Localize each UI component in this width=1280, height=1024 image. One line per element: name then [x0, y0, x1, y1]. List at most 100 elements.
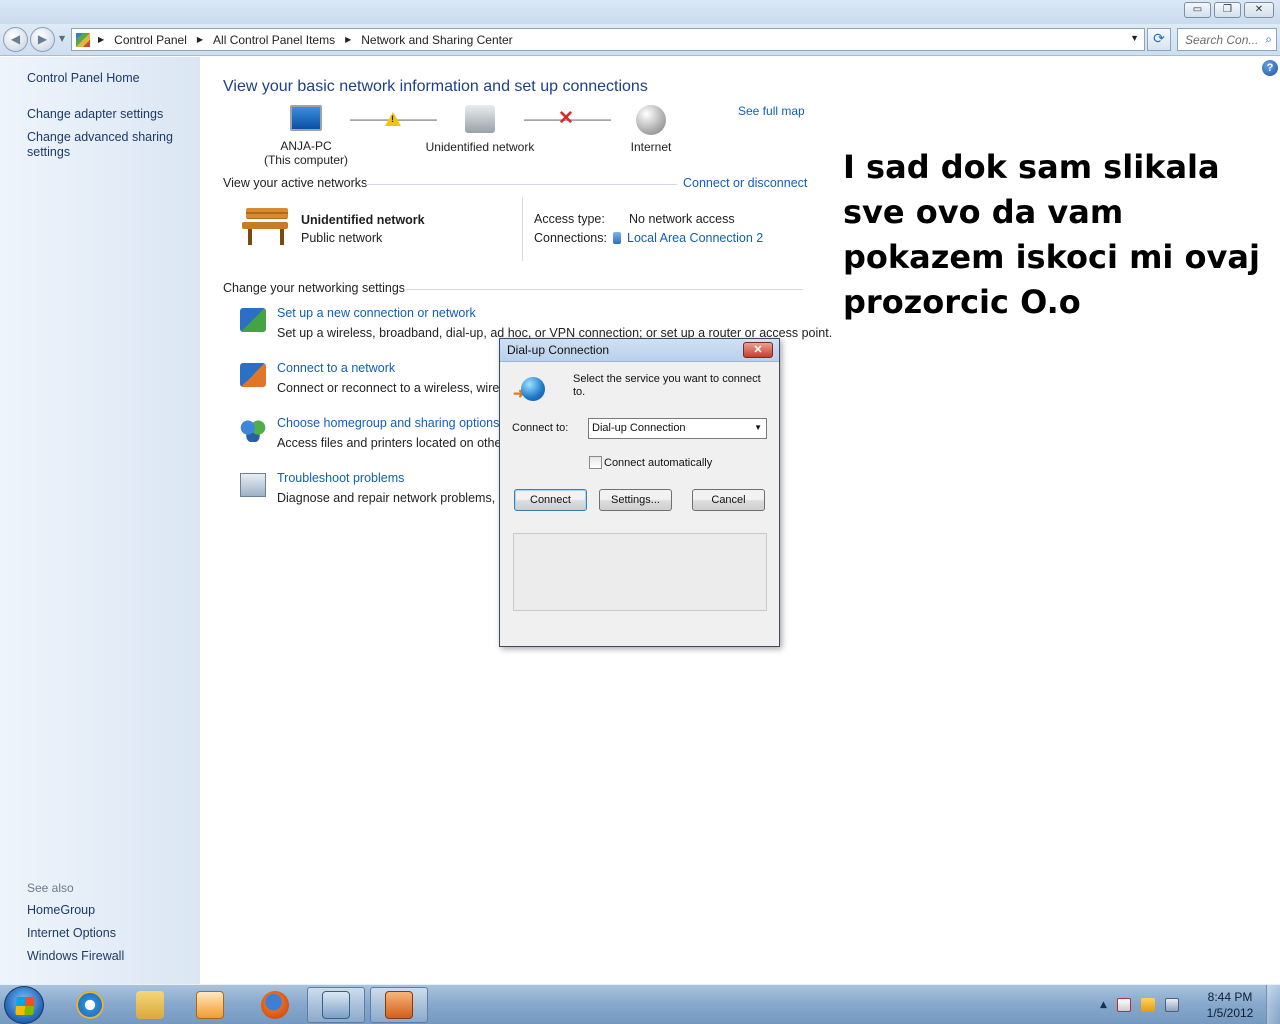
section-divider: [366, 184, 677, 185]
dialog-title-bar: Dial-up Connection ✕: [500, 339, 779, 362]
address-bar[interactable]: ▶ Control Panel ▶ All Control Panel Item…: [71, 28, 1145, 51]
section-divider: [404, 289, 803, 290]
breadcrumb-control-panel[interactable]: Control Panel: [114, 33, 187, 47]
connect-to-network-link[interactable]: Connect to a network: [277, 361, 395, 375]
local-area-connection-link[interactable]: Local Area Connection 2: [613, 231, 763, 245]
map-node-internet: Internet: [615, 105, 687, 154]
system-clock[interactable]: 8:44 PM 1/5/2012: [1200, 989, 1260, 1021]
homegroup-sharing-link[interactable]: Choose homegroup and sharing options: [277, 416, 499, 430]
refresh-button[interactable]: ⟳: [1147, 28, 1171, 51]
see-full-map-link[interactable]: See full map: [738, 104, 805, 118]
windows-logo-icon: [15, 997, 35, 1015]
taskbar-firefox[interactable]: [246, 987, 304, 1023]
vertical-divider: [522, 197, 523, 261]
back-arrow-icon: ◀: [10, 32, 21, 46]
show-hidden-icons-icon[interactable]: ▲: [1100, 1000, 1107, 1010]
change-adapter-settings-link[interactable]: Change adapter settings: [27, 107, 163, 121]
search-placeholder: Search Con...: [1185, 33, 1259, 47]
firefox-icon: [261, 991, 289, 1019]
map-node-network: Unidentified network: [418, 105, 542, 154]
tray-app-icon[interactable]: [1140, 998, 1155, 1012]
homegroup-icon: [240, 418, 266, 442]
address-dropdown-icon[interactable]: ▼: [1130, 33, 1139, 43]
taskbar-media-player[interactable]: [181, 987, 239, 1023]
window-title-bar: ▭ ❐ ✕: [0, 0, 1280, 24]
address-toolbar: ◀ ▶ ▼ ▶ Control Panel ▶ All Control Pane…: [0, 24, 1280, 56]
clock-time: 8:44 PM: [1207, 990, 1253, 1004]
window-controls: ▭ ❐ ✕: [1184, 2, 1274, 18]
chevron-right-icon[interactable]: ▶: [98, 35, 104, 44]
close-button[interactable]: ✕: [1244, 2, 1274, 18]
system-tray: ▲: [1100, 985, 1179, 1024]
warning-icon: !: [385, 112, 401, 126]
control-panel-home-link[interactable]: Control Panel Home: [27, 71, 140, 85]
help-icon[interactable]: ?: [1262, 60, 1278, 76]
computer-icon: [290, 105, 322, 131]
control-panel-icon: [76, 32, 90, 47]
internet-explorer-icon: [76, 991, 104, 1019]
cancel-button[interactable]: Cancel: [692, 489, 765, 511]
connections-label: Connections:: [534, 231, 607, 245]
forward-button[interactable]: ▶: [30, 27, 55, 52]
advanced-sharing-line1: Change advanced sharing: [27, 130, 173, 144]
map-node-computer: ANJA-PC (This computer): [250, 105, 362, 167]
minimize-button[interactable]: ▭: [1184, 2, 1211, 18]
internet-globe-icon: [636, 105, 666, 135]
taskbar-internet-explorer[interactable]: [61, 987, 119, 1023]
change-advanced-sharing-link[interactable]: Change advanced sharing settings: [27, 130, 173, 160]
taskbar-control-panel[interactable]: [307, 987, 365, 1023]
chevron-right-icon[interactable]: ▶: [197, 35, 203, 44]
breadcrumb-network-center[interactable]: Network and Sharing Center: [361, 33, 512, 47]
access-type-value: No network access: [629, 212, 735, 226]
homegroup-link[interactable]: HomeGroup: [27, 903, 95, 917]
dialog-prompt: Select the service you want to connect t…: [573, 373, 761, 398]
new-connection-icon: [240, 308, 266, 332]
show-desktop-button[interactable]: [1266, 985, 1280, 1024]
search-icon[interactable]: ⌕: [1265, 32, 1272, 47]
connect-or-disconnect-link[interactable]: Connect or disconnect: [683, 176, 807, 190]
breadcrumb-all-items[interactable]: All Control Panel Items: [213, 33, 335, 47]
setup-connection-link[interactable]: Set up a new connection or network: [277, 306, 476, 320]
page-title: View your basic network information and …: [223, 78, 648, 95]
troubleshoot-link[interactable]: Troubleshoot problems: [277, 471, 404, 485]
folder-icon: [136, 991, 164, 1019]
maximize-button[interactable]: ❐: [1214, 2, 1241, 18]
network-center-icon: [322, 991, 350, 1019]
settings-button[interactable]: Settings...: [599, 489, 672, 511]
connection-name: Local Area Connection 2: [627, 231, 764, 245]
network-type-link[interactable]: Public network: [301, 231, 382, 245]
left-navigation-pane: Control Panel Home Change adapter settin…: [0, 57, 200, 984]
computer-name: ANJA-PC: [280, 139, 332, 153]
start-button[interactable]: [4, 986, 44, 1024]
windows-firewall-link[interactable]: Windows Firewall: [27, 949, 124, 963]
dialup-connection-dialog: Dial-up Connection ✕ ➜ Select the servic…: [499, 338, 780, 647]
internet-options-link[interactable]: Internet Options: [27, 926, 116, 940]
networking-settings-heading: Change your networking settings: [223, 281, 406, 295]
disconnected-x-icon: ✕: [558, 108, 574, 129]
connect-button[interactable]: Connect: [514, 489, 587, 511]
network-status-icon[interactable]: [1164, 998, 1179, 1012]
dialup-app-icon: [385, 991, 413, 1019]
chevron-down-icon: ▼: [754, 423, 762, 432]
forward-arrow-icon: ▶: [37, 32, 48, 46]
public-network-bench-icon: [242, 208, 290, 246]
search-input[interactable]: Search Con... ⌕: [1177, 28, 1277, 51]
dialog-close-button[interactable]: ✕: [743, 342, 773, 358]
network-icon: [465, 105, 495, 133]
taskbar-windows-explorer[interactable]: [121, 987, 179, 1023]
connect-automatically-checkbox[interactable]: Connect automatically: [589, 456, 712, 469]
network-label: Unidentified network: [425, 140, 535, 154]
recent-pages-dropdown[interactable]: ▼: [59, 34, 65, 43]
computer-subtitle: (This computer): [263, 153, 349, 167]
connect-network-icon: [240, 363, 266, 387]
connect-network-desc: Connect or reconnect to a wireless, wire…: [277, 381, 510, 395]
chevron-right-icon[interactable]: ▶: [345, 35, 351, 44]
back-button[interactable]: ◀: [3, 27, 28, 52]
internet-label: Internet: [630, 140, 672, 154]
action-center-icon[interactable]: [1116, 998, 1131, 1012]
connect-to-select[interactable]: Dial-up Connection ▼: [588, 418, 767, 439]
connect-automatically-label: Connect automatically: [604, 456, 713, 469]
checkbox-box[interactable]: [589, 456, 602, 469]
access-type-label: Access type:: [534, 212, 605, 226]
taskbar-dialup-connection[interactable]: [370, 987, 428, 1023]
